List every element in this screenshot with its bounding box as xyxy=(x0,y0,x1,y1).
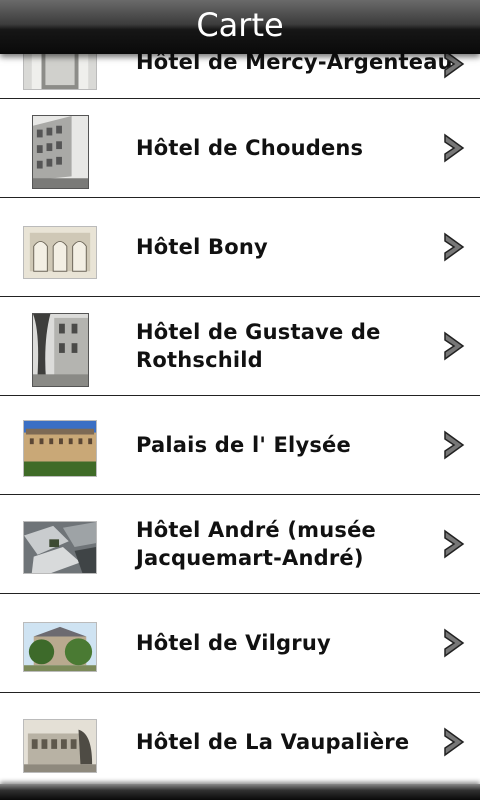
list-item[interactable]: Hôtel André (musée Jacquemart-André) xyxy=(0,495,480,594)
bottom-bar xyxy=(0,784,480,800)
chevron-right-icon xyxy=(444,727,465,757)
chevron-right-icon xyxy=(444,628,465,658)
title-bar: Carte xyxy=(0,0,480,54)
courtyard-arcade-thumbnail xyxy=(23,226,97,279)
screen-title: Carte xyxy=(196,6,284,44)
list-item-label: Hôtel de Gustave de Rothschild xyxy=(136,320,381,372)
list-item-label: Hôtel André (musée Jacquemart-André) xyxy=(136,518,376,570)
list-item-label: Hôtel de Vilgruy xyxy=(136,631,331,655)
chevron-right-icon xyxy=(444,133,465,163)
chevron-right-icon xyxy=(444,430,465,460)
street-facade-thumbnail xyxy=(32,115,89,189)
list-item-label: Palais de l' Elysée xyxy=(136,433,351,457)
palace-lawn-thumbnail xyxy=(23,420,97,477)
list-item[interactable]: Hôtel de Choudens xyxy=(0,99,480,198)
app-screen: Carte Hôtel de Mercy-Argenteau Hôtel de … xyxy=(0,0,480,800)
list-item[interactable]: Hôtel de Vilgruy xyxy=(0,594,480,693)
chevron-right-icon xyxy=(444,529,465,559)
trees-facade-thumbnail xyxy=(23,622,97,672)
chevron-right-icon xyxy=(444,331,465,361)
list-item[interactable]: Hôtel Bony xyxy=(0,198,480,297)
list-item[interactable]: Hôtel de Gustave de Rothschild xyxy=(0,297,480,396)
list-item-label: Hôtel de Choudens xyxy=(136,136,364,160)
list-item[interactable]: Palais de l' Elysée xyxy=(0,396,480,495)
list-item-label: Hôtel Bony xyxy=(136,235,268,259)
chevron-right-icon xyxy=(444,232,465,262)
list-item[interactable]: Hôtel de La Vaupalière xyxy=(0,693,480,792)
aerial-rooftops-thumbnail xyxy=(23,521,97,574)
old-postcard-thumbnail xyxy=(23,719,97,773)
garden-facade-thumbnail xyxy=(32,313,89,387)
place-list[interactable]: Hôtel de Mercy-Argenteau Hôtel de Choude… xyxy=(0,0,480,792)
list-item-label: Hôtel de La Vaupalière xyxy=(136,730,410,754)
